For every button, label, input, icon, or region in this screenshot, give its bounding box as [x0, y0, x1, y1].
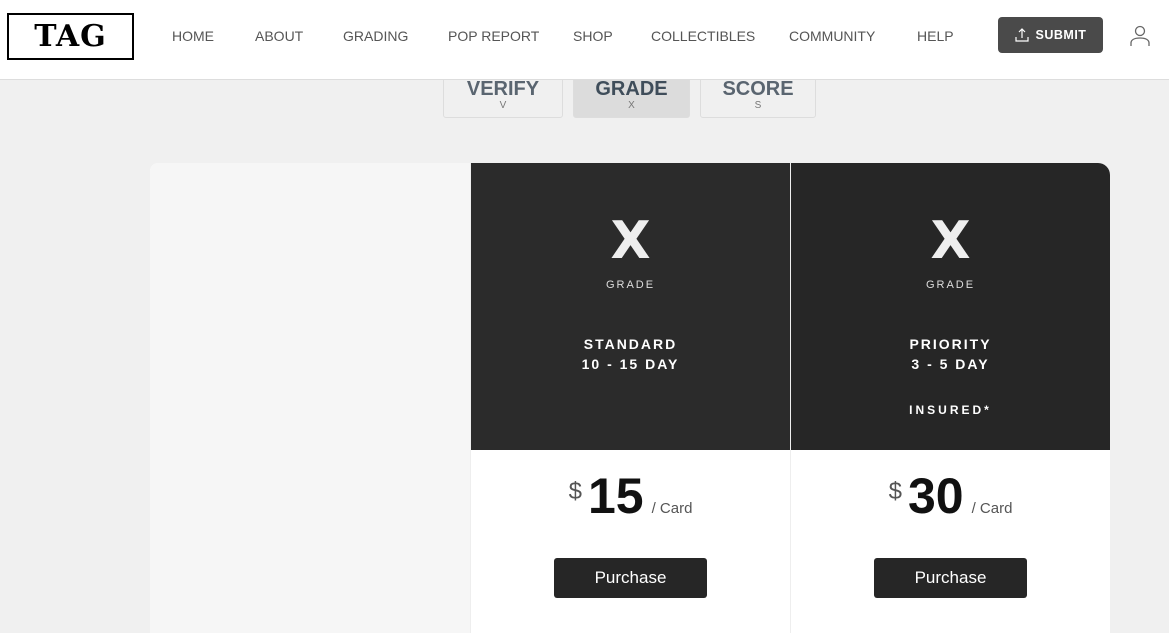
plan-header: X GRADE PRIORITY 3 - 5 DAY INSURED*	[791, 163, 1110, 450]
grade-letter: X	[610, 211, 651, 271]
tag-logo[interactable]: TAG	[7, 13, 134, 60]
price-unit: / Card	[651, 500, 693, 517]
nav-collectibles[interactable]: COLLECTIBLES	[651, 28, 755, 44]
price-value: 30	[907, 468, 964, 524]
nav-about[interactable]: ABOUT	[255, 28, 303, 44]
nav-community[interactable]: COMMUNITY	[789, 28, 875, 44]
tier-name: STANDARD	[583, 336, 678, 352]
tab-sub: V	[499, 100, 507, 111]
purchase-button[interactable]: Purchase	[874, 558, 1027, 598]
purchase-button[interactable]: Purchase	[554, 558, 707, 598]
tab-sub: S	[754, 100, 762, 111]
tab-label: SCORE	[722, 78, 794, 100]
nav-grading[interactable]: GRADING	[343, 28, 408, 44]
nav-help[interactable]: HELP	[917, 28, 954, 44]
site-header: TAG HOME ABOUT GRADING POP REPORT SHOP C…	[0, 0, 1169, 80]
pricing-card: X GRADE STANDARD 10 - 15 DAY $15 / Card Pu…	[150, 163, 1110, 633]
tab-label: VERIFY	[466, 78, 540, 100]
price-value: 15	[587, 468, 644, 524]
nav-shop[interactable]: SHOP	[573, 28, 613, 44]
plan-tier: PRIORITY 3 - 5 DAY	[791, 334, 1110, 374]
submit-label: SUBMIT	[1035, 28, 1087, 42]
grade-letter: X	[930, 211, 971, 271]
tier-name: PRIORITY	[909, 336, 992, 352]
plan-priority: X GRADE PRIORITY 3 - 5 DAY INSURED* $30 / …	[790, 163, 1110, 633]
currency: $	[568, 478, 582, 505]
insured-label: INSURED*	[909, 403, 992, 417]
currency: $	[888, 478, 902, 505]
plan-price: $30 / Card	[791, 468, 1110, 524]
grade-label: GRADE	[605, 279, 656, 291]
plan-tier: STANDARD 10 - 15 DAY	[471, 334, 790, 374]
turnaround: 3 - 5 DAY	[911, 356, 990, 372]
pricing-left-panel	[150, 163, 470, 633]
turnaround: 10 - 15 DAY	[581, 356, 680, 372]
tab-label: GRADE	[595, 78, 668, 100]
grade-label: GRADE	[925, 279, 976, 291]
plan-price: $15 / Card	[471, 468, 790, 524]
price-unit: / Card	[971, 500, 1013, 517]
upload-icon	[1014, 28, 1029, 42]
submit-button[interactable]: SUBMIT	[998, 17, 1103, 53]
tab-sub: X	[628, 100, 635, 111]
nav-pop-report[interactable]: POP REPORT	[448, 28, 539, 44]
plan-standard: X GRADE STANDARD 10 - 15 DAY $15 / Card Pu…	[470, 163, 790, 633]
user-account-icon[interactable]	[1130, 25, 1150, 47]
plan-header: X GRADE STANDARD 10 - 15 DAY	[471, 163, 790, 450]
nav-home[interactable]: HOME	[172, 28, 214, 44]
